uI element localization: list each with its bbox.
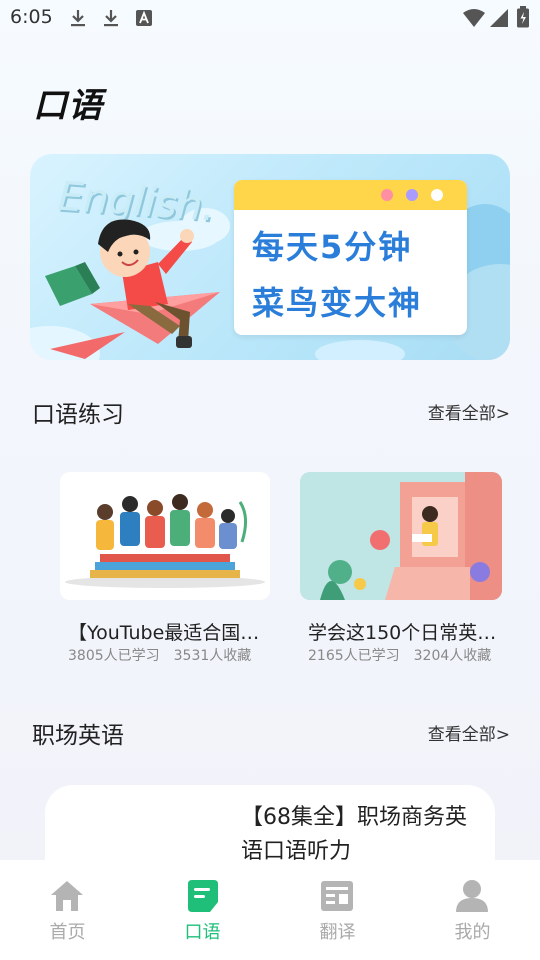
tab-translate[interactable]: 翻译 (270, 860, 405, 960)
banner-slogan-line1: 每天5分钟 (252, 228, 413, 266)
oral-practice-title: 口语练习 (32, 402, 124, 428)
tab-label: 口语 (184, 922, 221, 943)
course-learners: 3805人已学习 (68, 648, 160, 664)
battery-icon (517, 6, 529, 28)
home-icon (51, 881, 83, 911)
workplace-english-title: 职场英语 (32, 723, 124, 749)
oral-icon (188, 880, 218, 912)
banner-dot-white (431, 189, 443, 201)
page-title: 口语 (33, 86, 103, 126)
signal-icon (490, 9, 508, 27)
course-card[interactable]: 【YouTube最适合国… 3805人已学习 3531人收藏 (60, 472, 270, 664)
course-favorites: 3204人收藏 (413, 648, 492, 664)
course-title: 学会这150个日常英… (308, 622, 497, 644)
tab-label: 我的 (454, 922, 491, 943)
banner-dot-purple (406, 189, 418, 201)
course-stats: 3805人已学习 3531人收藏 (68, 645, 251, 665)
workplace-course-title: 【68集全】职场商务英语口语听力 (241, 805, 467, 864)
boy-on-paper-plane-illustration (45, 219, 220, 359)
course-card[interactable]: 学会这150个日常英… 2165人已学习 3204人收藏 (300, 472, 510, 664)
course-thumbnail (60, 472, 270, 600)
wifi-icon (463, 9, 485, 27)
download-icon (104, 10, 118, 27)
status-time: 6:05 (10, 6, 53, 28)
banner-slogan-line2: 菜鸟变大神 (252, 284, 423, 322)
girl-reading-illustration (300, 472, 502, 600)
bottom-tab-bar: 首页 口语 翻译 我的 (0, 860, 540, 960)
tab-label: 翻译 (319, 922, 356, 943)
tab-profile[interactable]: 我的 (405, 860, 540, 960)
course-learners: 2165人已学习 (308, 648, 400, 664)
course-stats: 2165人已学习 3204人收藏 (308, 645, 491, 665)
course-favorites: 3531人收藏 (173, 648, 252, 664)
course-thumbnail (300, 472, 502, 600)
oral-see-all-link[interactable]: 查看全部> (428, 399, 510, 424)
banner-dot-pink (381, 189, 393, 201)
status-bar: 6:05 (0, 0, 540, 36)
download-icon (71, 10, 85, 27)
workplace-see-all-link[interactable]: 查看全部> (428, 720, 510, 745)
course-title: 【YouTube最适合国… (68, 622, 260, 644)
font-icon (136, 10, 152, 26)
group-reading-illustration (65, 494, 265, 588)
tab-oral[interactable]: 口语 (135, 860, 270, 960)
tab-home[interactable]: 首页 (0, 860, 135, 960)
profile-icon (456, 880, 488, 912)
banner-slogan-card: 每天5分钟 菜鸟变大神 (234, 180, 467, 335)
banner-card-header (234, 180, 467, 210)
translate-icon (321, 881, 353, 911)
promo-banner[interactable]: English. 每天5分钟 菜鸟变大神 (30, 154, 510, 360)
tab-label: 首页 (49, 922, 86, 943)
